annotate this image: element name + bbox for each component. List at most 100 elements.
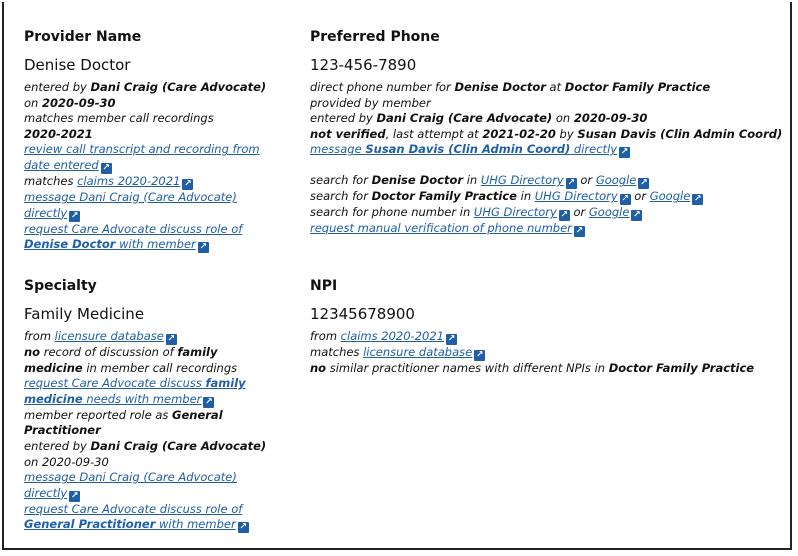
note-text: record of discussion of [40,345,178,359]
uhg-directory-link[interactable]: UHG Directory [481,173,564,187]
request-discuss-role-link[interactable]: request Care Advocate discuss role of [24,222,242,236]
note-text: or [576,173,596,188]
note-text: in member call recordings [82,360,238,375]
note-text: Dani Craig (Care Advocate) [90,80,267,94]
note-text: member reported role as [24,407,173,422]
message-care-advocate-link[interactable]: directly [24,486,67,500]
note-text: on [24,95,42,110]
note-text: 2020-2021 [24,126,93,141]
note-text: Doctor Family Practice [608,361,755,375]
note-text: on [552,111,574,126]
request-manual-verification-link[interactable]: request manual verification of phone num… [310,221,572,235]
preferred-phone-heading: Preferred Phone [310,29,440,45]
external-link-icon[interactable]: ↗ [638,178,650,190]
note-text: from [24,329,55,343]
request-discuss-needs-link[interactable]: request Care Advocate discuss family [24,376,246,390]
note-text: entered by [310,111,377,126]
message-care-advocate-link[interactable]: directly [24,206,67,220]
note-text: by [555,126,578,141]
note-text: not verified [310,126,386,141]
note-text: medicine [24,360,83,375]
note-text: 2020-09-30 [41,95,116,110]
note-text: provided by member [310,95,431,110]
external-link-icon[interactable]: ↗ [100,162,112,174]
external-link-icon[interactable]: ↗ [565,178,577,190]
note-text: search for [310,189,372,204]
external-link-icon[interactable]: ↗ [182,178,194,190]
google-link[interactable]: Google [589,205,630,219]
specialty-value: Family Medicine [24,305,145,323]
request-discuss-role-link[interactable]: General Practitioner with member [24,517,236,531]
external-link-icon[interactable]: ↗ [573,226,585,238]
note-text: on 2020-09-30 [24,454,109,469]
note-text: 2020-09-30 [573,111,648,126]
note-text: matches [310,345,364,359]
external-link-icon[interactable]: ↗ [558,210,570,222]
licensure-database-link[interactable]: licensure database [55,329,164,343]
note-text: or [569,205,589,220]
external-link-icon[interactable]: ↗ [237,522,249,534]
note-text: in [463,173,481,188]
review-call-transcript-link[interactable]: date entered [24,158,99,172]
external-link-icon[interactable]: ↗ [165,334,177,345]
external-link-icon[interactable]: ↗ [203,396,215,408]
google-link[interactable]: Google [650,189,691,203]
claims-link[interactable]: claims 2020-2021 [77,174,180,188]
preferred-phone-value: 123-456-7890 [310,56,417,74]
external-link-icon[interactable]: ↗ [631,210,643,222]
uhg-directory-link[interactable]: UHG Directory [535,189,618,203]
note-text: Susan Davis (Clin Admin Coord) [577,126,783,141]
note-text: 2021-02-20 [482,126,556,141]
note-text: Denise Doctor [454,80,546,94]
note-text: family [177,345,218,359]
provider-name-value: Denise Doctor [24,56,131,74]
note-text: Denise Doctor [371,173,464,188]
review-call-transcript-link[interactable]: review call transcript and recording fro… [24,142,260,156]
note-text: no [24,345,41,359]
external-link-icon[interactable]: ↗ [474,350,486,361]
note-text: search for phone number in [310,205,474,220]
note-text: Doctor Family Practice [564,80,711,94]
note-text: General [172,407,223,422]
message-care-advocate-link[interactable]: message Dani Craig (Care Advocate) [24,470,237,484]
uhg-directory-link[interactable]: UHG Directory [474,205,557,219]
request-discuss-needs-link[interactable]: medicine needs with member [24,392,201,406]
external-link-icon[interactable]: ↗ [692,194,704,206]
specialty-section: Specialty Family Medicine from licensure… [24,277,294,534]
note-text: Dani Craig (Care Advocate) [90,438,267,453]
google-link[interactable]: Google [596,173,637,187]
external-link-icon[interactable]: ↗ [197,242,209,254]
note-text: or [630,189,650,204]
note-text: in [516,189,535,204]
licensure-database-link[interactable]: licensure database [363,345,472,359]
note-text: matches member call recordings [24,111,214,126]
npi-section: NPI 12345678900 from claims 2020-2021 ↗ m… [310,277,790,377]
note-text: Dani Craig (Care Advocate) [376,111,553,126]
claims-link[interactable]: claims 2020-2021 [341,329,444,343]
preferred-phone-section: Preferred Phone 123-456-7890 direct phon… [310,28,790,238]
note-text: similar practitioner names with differen… [326,361,609,375]
note-text: Practitioner [24,423,101,438]
request-discuss-role-link[interactable]: Denise Doctor with member [24,237,196,251]
provider-name-heading: Provider Name [24,29,142,45]
note-text: at [545,80,565,94]
note-text: entered by [24,438,91,453]
note-text: search for [310,173,372,188]
message-clin-admin-link[interactable]: message Susan Davis (Clin Admin Coord) d… [310,142,617,156]
note-text: entered by [24,80,91,94]
note-text: , last attempt at [385,126,483,141]
note-text: from [310,329,341,343]
note-text: direct phone number for [310,80,455,94]
external-link-icon[interactable]: ↗ [619,194,631,206]
external-link-icon[interactable]: ↗ [69,210,81,222]
request-discuss-role-link[interactable]: request Care Advocate discuss role of [24,502,242,516]
external-link-icon[interactable]: ↗ [619,147,631,159]
npi-value: 12345678900 [310,305,415,323]
external-link-icon[interactable]: ↗ [69,490,81,502]
message-care-advocate-link[interactable]: message Dani Craig (Care Advocate) [24,190,237,204]
specialty-heading: Specialty [24,278,97,294]
note-text: Doctor Family Practice [371,189,517,204]
external-link-icon[interactable]: ↗ [445,334,457,345]
note-text: no [310,361,327,375]
npi-heading: NPI [310,278,338,294]
